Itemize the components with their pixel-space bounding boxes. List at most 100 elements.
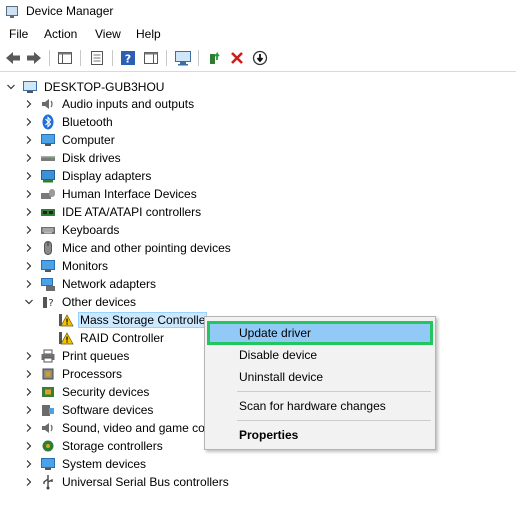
- category-storage-controllers[interactable]: Storage controllers: [24, 437, 165, 455]
- category-label: Universal Serial Bus controllers: [62, 475, 229, 489]
- category-label: Network adapters: [62, 277, 157, 291]
- menu-separator: [237, 391, 431, 392]
- printer-icon: [40, 348, 56, 364]
- menu-action[interactable]: Action: [44, 27, 77, 41]
- category-network-adapters[interactable]: Network adapters: [24, 275, 158, 293]
- category-label: Sound, video and game co: [62, 421, 205, 435]
- category-display-adapters[interactable]: Display adapters: [24, 167, 153, 185]
- display-adapter-icon: [40, 168, 56, 184]
- chevron-right-icon[interactable]: [24, 261, 34, 271]
- forward-icon[interactable]: [25, 49, 43, 67]
- chevron-right-icon[interactable]: [24, 423, 34, 433]
- sound-controller-icon: [40, 420, 56, 436]
- chevron-right-icon[interactable]: [24, 351, 34, 361]
- device-mass-storage-controller[interactable]: Mass Storage Controlle: [58, 311, 208, 329]
- category-ide-ata-atapi-controllers[interactable]: IDE ATA/ATAPI controllers: [24, 203, 203, 221]
- chevron-right-icon[interactable]: [24, 405, 34, 415]
- category-usb-controllers[interactable]: Universal Serial Bus controllers: [24, 473, 231, 491]
- category-label: Bluetooth: [62, 115, 113, 129]
- category-label: Audio inputs and outputs: [62, 97, 195, 111]
- category-mice-pointing-devices[interactable]: Mice and other pointing devices: [24, 239, 233, 257]
- category-computer[interactable]: Computer: [24, 131, 117, 149]
- menu-item-properties[interactable]: Properties: [207, 423, 433, 447]
- security-device-icon: [40, 384, 56, 400]
- category-label: Keyboards: [62, 223, 120, 237]
- menu-help[interactable]: Help: [136, 27, 161, 41]
- category-other-devices[interactable]: ? Other devices: [24, 293, 138, 311]
- tree-root[interactable]: DESKTOP-GUB3HOU: [6, 78, 166, 96]
- processor-icon: [40, 366, 56, 382]
- category-monitors[interactable]: Monitors: [24, 257, 110, 275]
- back-icon[interactable]: [4, 49, 22, 67]
- category-label: Processors: [62, 367, 123, 381]
- disable-device-icon[interactable]: [251, 49, 269, 67]
- category-audio-inputs-outputs[interactable]: Audio inputs and outputs: [24, 95, 196, 113]
- uninstall-icon[interactable]: [228, 49, 246, 67]
- chevron-right-icon[interactable]: [24, 243, 34, 253]
- monitor-icon: [40, 258, 56, 274]
- window-title: Device Manager: [26, 4, 114, 18]
- category-processors[interactable]: Processors: [24, 365, 124, 383]
- chevron-right-icon[interactable]: [24, 207, 34, 217]
- category-security-devices[interactable]: Security devices: [24, 383, 151, 401]
- category-label: Mice and other pointing devices: [62, 241, 231, 255]
- category-label: System devices: [62, 457, 147, 471]
- category-software-devices[interactable]: Software devices: [24, 401, 155, 419]
- update-driver-icon[interactable]: [206, 49, 224, 67]
- category-keyboards[interactable]: Keyboards: [24, 221, 121, 239]
- chevron-right-icon[interactable]: [24, 459, 34, 469]
- device-manager-app-icon: [6, 6, 18, 18]
- category-label: Disk drives: [62, 151, 121, 165]
- category-human-interface-devices[interactable]: Human Interface Devices: [24, 185, 199, 203]
- category-sound-video-game-controllers[interactable]: Sound, video and game co: [24, 419, 207, 437]
- chevron-right-icon[interactable]: [24, 387, 34, 397]
- chevron-right-icon[interactable]: [24, 171, 34, 181]
- category-label: Software devices: [62, 403, 154, 417]
- mouse-icon: [40, 240, 56, 256]
- chevron-right-icon[interactable]: [24, 99, 34, 109]
- computer-icon: [22, 79, 38, 95]
- usb-icon: [40, 474, 56, 490]
- system-device-icon: [40, 456, 56, 472]
- bluetooth-icon: [40, 114, 56, 130]
- help-icon[interactable]: ?: [119, 49, 137, 67]
- chevron-right-icon[interactable]: [24, 279, 34, 289]
- chevron-right-icon[interactable]: [24, 477, 34, 487]
- hid-icon: [40, 186, 56, 202]
- menu-file[interactable]: File: [9, 27, 28, 41]
- monitor-icon: [40, 132, 56, 148]
- speaker-icon: [40, 96, 56, 112]
- category-disk-drives[interactable]: Disk drives: [24, 149, 123, 167]
- menu-view[interactable]: View: [95, 27, 121, 41]
- properties-sheet-icon[interactable]: [88, 49, 106, 67]
- chevron-right-icon[interactable]: [24, 225, 34, 235]
- show-hide-console-tree-icon[interactable]: [56, 49, 74, 67]
- chevron-right-icon[interactable]: [24, 189, 34, 199]
- category-label: Computer: [62, 133, 115, 147]
- title-bar: Device Manager: [0, 0, 516, 24]
- category-bluetooth[interactable]: Bluetooth: [24, 113, 115, 131]
- menu-item-scan-hardware-changes[interactable]: Scan for hardware changes: [207, 394, 433, 418]
- toolbar: ?: [0, 44, 516, 72]
- device-label: Mass Storage Controlle: [78, 312, 208, 328]
- chevron-right-icon[interactable]: [24, 153, 34, 163]
- category-print-queues[interactable]: Print queues: [24, 347, 131, 365]
- category-label: Human Interface Devices: [62, 187, 197, 201]
- action-pane-icon[interactable]: [142, 49, 160, 67]
- chevron-right-icon[interactable]: [24, 441, 34, 451]
- chevron-right-icon[interactable]: [24, 117, 34, 127]
- category-label: Security devices: [62, 385, 150, 399]
- category-label: Display adapters: [62, 169, 152, 183]
- category-system-devices[interactable]: System devices: [24, 455, 148, 473]
- device-raid-controller[interactable]: RAID Controller: [58, 329, 166, 347]
- chevron-down-icon[interactable]: [6, 82, 16, 92]
- chevron-down-icon[interactable]: [24, 297, 34, 307]
- menu-item-disable-device[interactable]: Disable device: [207, 343, 433, 367]
- menu-item-update-driver[interactable]: Update driver: [207, 321, 433, 345]
- category-label: Monitors: [62, 259, 109, 273]
- chevron-right-icon[interactable]: [24, 369, 34, 379]
- scan-hardware-icon[interactable]: [174, 49, 192, 67]
- chevron-right-icon[interactable]: [24, 135, 34, 145]
- menu-item-uninstall-device[interactable]: Uninstall device: [207, 365, 433, 389]
- toolbar-separator: [80, 50, 81, 66]
